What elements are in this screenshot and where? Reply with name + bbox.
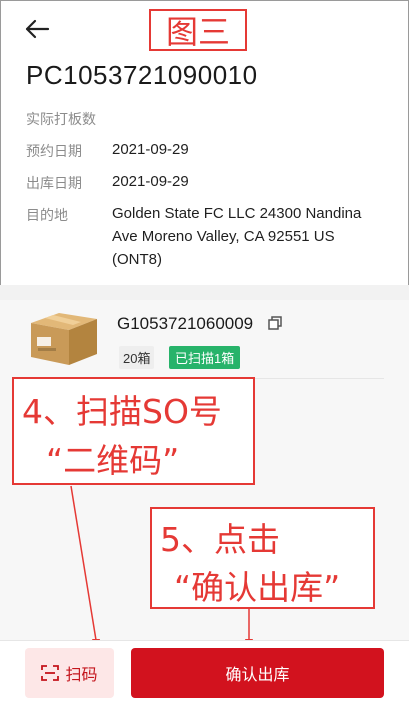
destination-value: Golden State FC LLC 24300 Nandina Ave Mo… [112, 205, 362, 268]
booking-date-label: 预约日期 [26, 144, 82, 160]
step4-annotation: 4、扫描SO号 “二维码” [12, 377, 255, 485]
scan-button[interactable]: 扫码 [25, 648, 114, 698]
step5-annotation: 5、点击 “确认出库” [150, 507, 375, 609]
outbound-date-value: 2021-09-29 [112, 173, 189, 190]
scan-button-label: 扫码 [65, 665, 98, 684]
step5-line1: 5、点击 [160, 520, 280, 559]
pallets-label: 实际打板数 [26, 112, 96, 128]
quantity-tag: 20箱 [119, 346, 155, 369]
step5-line2: “确认出库” [174, 568, 341, 607]
outbound-date-label: 出库日期 [26, 176, 82, 192]
annotation-title: 图三 [149, 9, 247, 51]
booking-date-value: 2021-09-29 [112, 141, 189, 158]
step4-line2: “二维码” [46, 441, 180, 480]
package-box-icon [31, 313, 97, 365]
copy-icon[interactable] [268, 316, 282, 330]
step4-line1: 4、扫描SO号 [22, 392, 222, 431]
destination-label: 目的地 [26, 208, 68, 224]
back-arrow-icon[interactable] [22, 14, 52, 44]
section-divider [0, 285, 409, 300]
confirm-outbound-button[interactable]: 确认出库 [131, 648, 384, 698]
scan-icon [41, 665, 60, 681]
order-number: PC1053721090010 [26, 60, 258, 90]
item-code: G1053721060009 [117, 314, 254, 333]
scanned-status-badge: 已扫描1箱 [169, 346, 241, 369]
